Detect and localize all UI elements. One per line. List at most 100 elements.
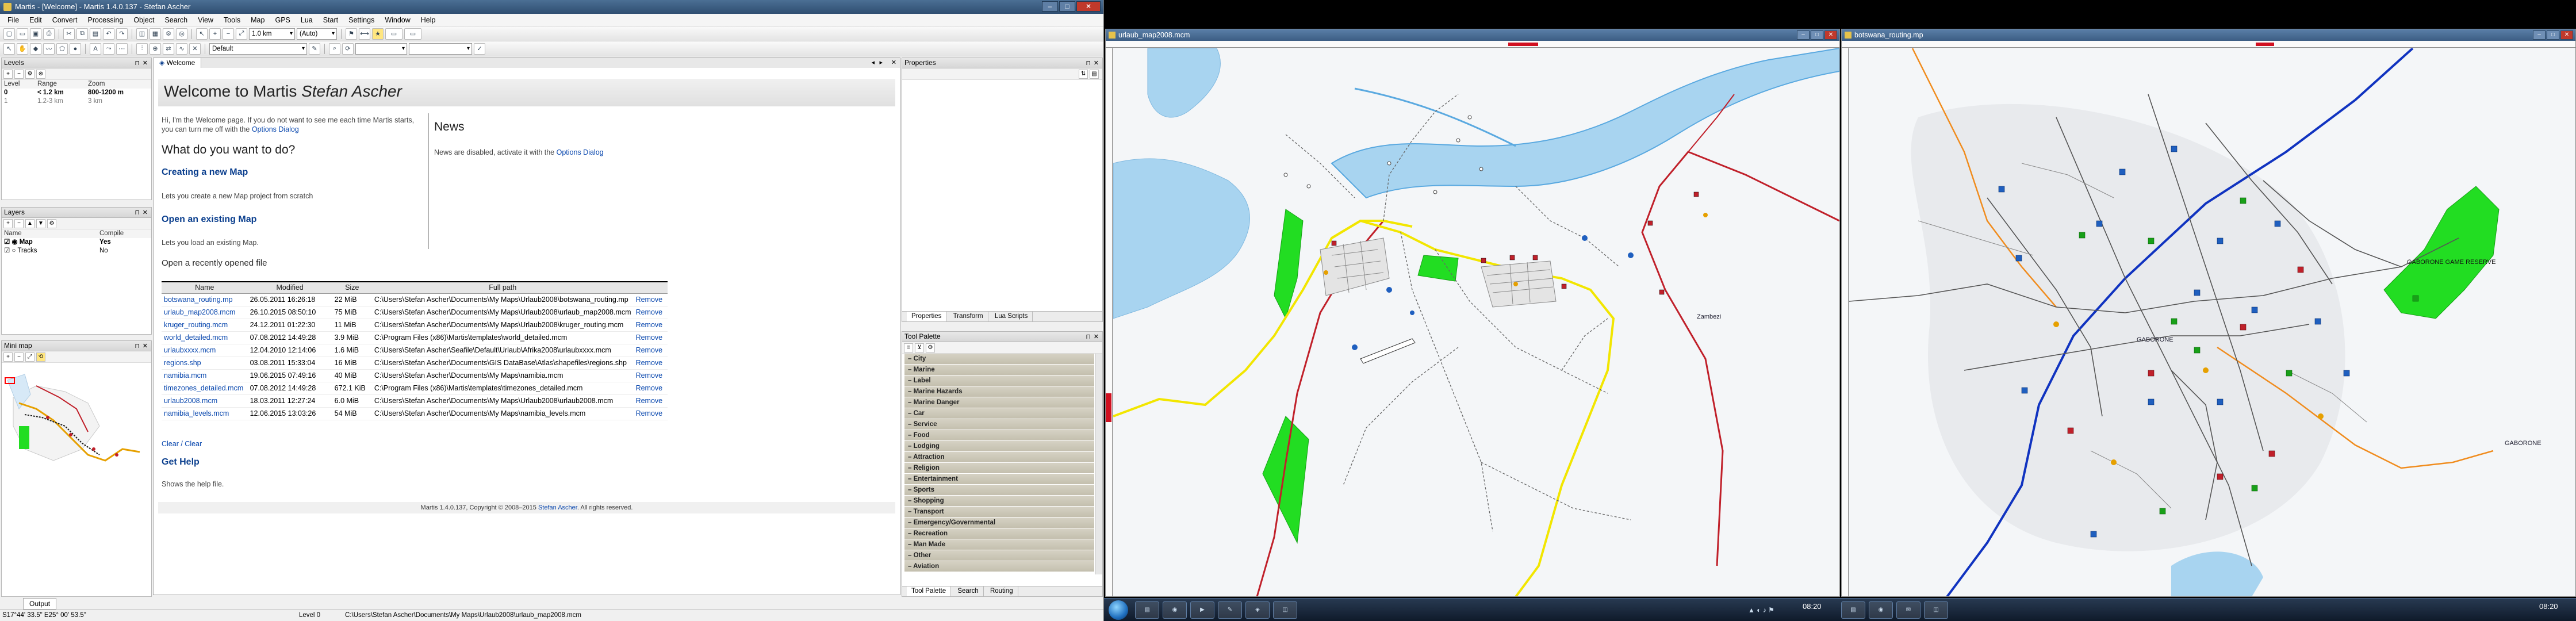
undo-icon[interactable]: ↶	[103, 28, 114, 40]
recent-file-remove-link[interactable]: Remove	[633, 331, 668, 344]
menu-processing[interactable]: Processing	[82, 16, 128, 24]
taskbar-browser-icon[interactable]: ◉	[1163, 601, 1187, 619]
layer-row[interactable]: ☑ ○ Tracks No	[2, 247, 151, 255]
zoom-combo[interactable]: 1.0 km	[249, 28, 295, 40]
level-row[interactable]: 1 1.2-3 km 3 km	[2, 97, 151, 106]
label-tool-icon[interactable]: A	[90, 43, 101, 55]
map1-canvas[interactable]: Zambezi	[1113, 48, 1839, 597]
taskbar-explorer-icon[interactable]: ▤	[1135, 601, 1159, 619]
start-button-icon[interactable]	[1109, 600, 1128, 620]
taskbar-martis-icon[interactable]: ◈	[1245, 601, 1270, 619]
layer-up-icon[interactable]: ▲	[25, 218, 34, 228]
menu-tools[interactable]: Tools	[218, 16, 246, 24]
panel-close-icon[interactable]: ✕	[143, 59, 148, 68]
palette-category[interactable]: – Entertainment	[904, 474, 1094, 485]
minimap-zoom-out-icon[interactable]: −	[14, 352, 24, 362]
filter-combo[interactable]	[355, 43, 407, 55]
smooth-icon[interactable]: ∿	[176, 43, 187, 55]
menu-edit[interactable]: Edit	[24, 16, 47, 24]
level-props-icon[interactable]: ⚙	[25, 69, 34, 79]
palette-category[interactable]: – Aviation	[904, 561, 1094, 572]
grid-icon[interactable]: ▦	[150, 28, 161, 40]
recent-file-name[interactable]: regions.shp	[162, 356, 248, 370]
paste-icon[interactable]: ▤	[90, 28, 101, 40]
layer-visible-checkbox[interactable]: ☑ ○	[4, 247, 17, 254]
panel-close-icon[interactable]: ✕	[1094, 59, 1099, 68]
tab-scroll-right-icon[interactable]: ▸	[879, 59, 883, 66]
pin-icon[interactable]: ⊓	[135, 59, 140, 68]
cut-icon[interactable]: ✂	[63, 28, 75, 40]
flag-icon[interactable]: ⚑	[346, 28, 357, 40]
zoom-in-icon[interactable]: +	[209, 28, 221, 40]
map1-maximize-button[interactable]: □	[1811, 30, 1823, 40]
layer-visible-checkbox[interactable]: ☑ ◉	[4, 239, 20, 246]
pin-icon[interactable]: ⊓	[1086, 59, 1091, 68]
palette-category[interactable]: – Marine	[904, 365, 1094, 375]
layer-props-icon[interactable]: ⚙	[47, 218, 56, 228]
recent-file-name[interactable]: urlaub_map2008.mcm	[162, 306, 248, 319]
close-button[interactable]: ✕	[1076, 1, 1101, 12]
pin-icon[interactable]: ⊓	[135, 208, 140, 218]
layer-icon[interactable]: ◫	[136, 28, 148, 40]
map2-maximize-button[interactable]: □	[2547, 30, 2559, 40]
palette-filter-icon[interactable]: ⊻	[915, 343, 924, 352]
recent-file-row[interactable]: urlaubxxxx.mcm 12.04.2010 12:14:06 1.6 MiB…	[162, 344, 668, 357]
map2-canvas[interactable]: GABORONE GABORONE GABORONE GAME RESERVE	[1849, 48, 2575, 597]
taskbar-editor-icon[interactable]: ✎	[1218, 601, 1242, 619]
copy-icon[interactable]: ⧉	[76, 28, 88, 40]
palette-category[interactable]: – Label	[904, 375, 1094, 386]
recent-file-row[interactable]: world_detailed.mcm 07.08.2012 14:49:28 3.9…	[162, 331, 668, 344]
remove-level-icon[interactable]: −	[14, 69, 24, 79]
minimap-zoom-in-icon[interactable]: +	[3, 352, 13, 362]
recent-file-remove-link[interactable]: Remove	[633, 407, 668, 420]
add-layer-icon[interactable]: +	[3, 218, 13, 228]
tab-tool-palette[interactable]: Tool Palette	[907, 586, 952, 596]
menu-window[interactable]: Window	[379, 16, 415, 24]
pin-icon[interactable]: ⊓	[135, 342, 140, 351]
recent-file-row[interactable]: urlaub2008.mcm 18.03.2011 12:27:24 6.0 MiB…	[162, 394, 668, 408]
recent-file-row[interactable]: botswana_routing.mp 26.05.2011 16:26:18 22…	[162, 293, 668, 306]
palette-category[interactable]: – Service	[904, 419, 1094, 430]
taskbar-second-mail-icon[interactable]: ✉	[1896, 601, 1920, 619]
window2-icon[interactable]: ▭	[404, 28, 421, 40]
tab-lua-scripts[interactable]: Lua Scripts	[990, 312, 1033, 321]
recent-file-name[interactable]: namibia.mcm	[162, 369, 248, 382]
recent-file-name[interactable]: namibia_levels.mcm	[162, 407, 248, 420]
recent-file-remove-link[interactable]: Remove	[633, 344, 668, 357]
taskbar-app-icon[interactable]: ◫	[1273, 601, 1297, 619]
recent-file-remove-link[interactable]: Remove	[633, 369, 668, 382]
layer-row[interactable]: ☑ ◉ Map Yes	[2, 238, 151, 247]
minimap-canvas[interactable]	[2, 363, 151, 478]
recent-file-name[interactable]: timezones_detailed.mcm	[162, 382, 248, 395]
recent-file-remove-link[interactable]: Remove	[633, 382, 668, 395]
recent-file-row[interactable]: namibia_levels.mcm 12.06.2015 13:03:26 54 …	[162, 407, 668, 420]
palette-category[interactable]: – Transport	[904, 507, 1094, 518]
menu-convert[interactable]: Convert	[47, 16, 83, 24]
recent-file-remove-link[interactable]: Remove	[633, 306, 668, 319]
map2-minimize-button[interactable]: –	[2533, 30, 2546, 40]
save-icon[interactable]: ▣	[30, 28, 41, 40]
open-folder-icon[interactable]: ▭	[17, 28, 28, 40]
level-lock-icon[interactable]: ⊗	[36, 69, 45, 79]
palette-category[interactable]: – Food	[904, 430, 1094, 441]
split-icon[interactable]: ⫶	[136, 43, 148, 55]
menu-settings[interactable]: Settings	[343, 16, 379, 24]
gps-icon[interactable]: ◎	[176, 28, 187, 40]
palette-list-icon[interactable]: ≡	[904, 343, 913, 352]
recent-file-name[interactable]: urlaub2008.mcm	[162, 394, 248, 408]
redo-icon[interactable]: ↷	[116, 28, 128, 40]
level-row[interactable]: 0 < 1.2 km 800-1200 m	[2, 89, 151, 97]
taskbar-second-browser-icon[interactable]: ◉	[1869, 601, 1893, 619]
recent-file-remove-link[interactable]: Remove	[633, 394, 668, 408]
recent-file-row[interactable]: urlaub_map2008.mcm 26.10.2015 08:50:10 75 …	[162, 306, 668, 319]
palette-category[interactable]: – Car	[904, 408, 1094, 419]
menu-search[interactable]: Search	[159, 16, 193, 24]
clear-link-text[interactable]: Clear / Clear	[162, 440, 202, 448]
palette-category[interactable]: – Religion	[904, 463, 1094, 474]
recent-file-name[interactable]: urlaubxxxx.mcm	[162, 344, 248, 357]
recent-file-remove-link[interactable]: Remove	[633, 293, 668, 306]
highlight-icon[interactable]: ★	[372, 28, 384, 40]
menu-map[interactable]: Map	[246, 16, 270, 24]
add-level-icon[interactable]: +	[3, 69, 13, 79]
recent-file-row[interactable]: regions.shp 03.08.2011 15:33:04 16 MiB C:\U…	[162, 356, 668, 370]
